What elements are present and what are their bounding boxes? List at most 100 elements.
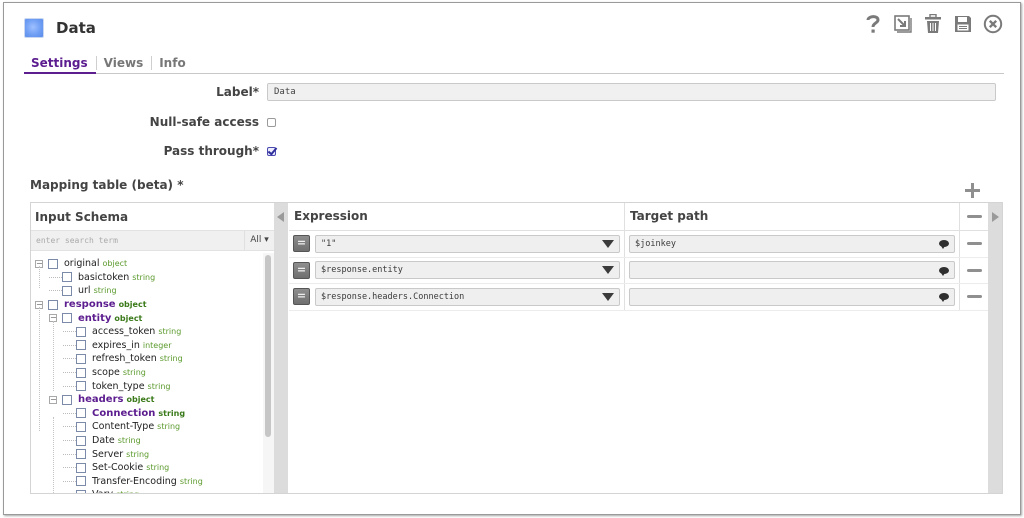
schema-tree-node[interactable]: access_token string (31, 325, 263, 339)
export-button[interactable] (892, 13, 914, 35)
schema-tree-node[interactable]: − response object (31, 298, 263, 312)
schema-tree-node[interactable]: Connection string (31, 407, 263, 421)
expression-input[interactable]: $response.headers.Connection (315, 287, 620, 306)
schema-tree-node[interactable]: Content-Type string (31, 420, 263, 434)
collapse-node-icon[interactable]: − (49, 395, 57, 404)
schema-search-input[interactable]: enter search term (31, 231, 244, 250)
node-type: string (158, 408, 186, 418)
dropdown-arrow-icon[interactable] (602, 292, 614, 301)
expression-input[interactable]: $response.entity (315, 261, 620, 280)
node-checkbox[interactable] (76, 381, 86, 392)
schema-scrollbar-thumb[interactable] (265, 255, 271, 437)
node-name: expires_in (92, 339, 140, 351)
expression-mode-toggle[interactable]: = (293, 235, 310, 253)
mapping-row: = $response.headers.Connection (289, 284, 989, 311)
schema-tree-node[interactable]: refresh_token string (31, 352, 263, 366)
trash-icon (925, 14, 941, 33)
schema-tree-node[interactable]: basictoken string (31, 271, 263, 285)
target-path-input[interactable] (629, 287, 955, 306)
speech-bubble-icon[interactable] (939, 293, 949, 303)
schema-tree-node[interactable]: expires_in integer (31, 339, 263, 353)
collapse-schema-handle[interactable] (274, 203, 288, 493)
delete-button[interactable] (922, 13, 944, 35)
mapping-table-title: Mapping table (beta) * (30, 178, 184, 192)
expression-column-header: Expression (294, 209, 368, 223)
schema-tree-node[interactable]: url string (31, 284, 263, 298)
node-checkbox[interactable] (76, 435, 86, 446)
schema-tree-node[interactable]: Server string (31, 447, 263, 461)
tab-info[interactable]: Info (152, 55, 193, 74)
node-name: Connection (92, 407, 156, 419)
node-checkbox[interactable] (62, 394, 72, 405)
remove-row-button[interactable] (967, 268, 982, 272)
schema-tree-node[interactable]: Set-Cookie string (31, 461, 263, 475)
node-checkbox[interactable] (62, 272, 72, 283)
speech-bubble-icon[interactable] (939, 240, 949, 250)
dropdown-arrow-icon[interactable] (602, 266, 614, 275)
null-safe-checkbox[interactable] (267, 117, 276, 127)
target-path-input[interactable] (629, 261, 955, 280)
node-name: response (64, 299, 116, 311)
save-icon (955, 16, 971, 32)
node-checkbox[interactable] (48, 258, 58, 269)
node-name: Content-Type (92, 421, 155, 433)
mapping-table-container: Input Schema enter search term All ▾ − or… (30, 202, 1003, 494)
node-checkbox[interactable] (76, 476, 86, 487)
node-checkbox[interactable] (76, 421, 86, 432)
tab-settings[interactable]: Settings (24, 55, 96, 74)
expression-mode-toggle[interactable]: = (293, 288, 310, 306)
node-checkbox[interactable] (76, 367, 86, 378)
tree-connector (63, 331, 76, 333)
schema-tree-node[interactable]: Date string (31, 434, 263, 448)
schema-tree-node[interactable]: − headers object (31, 393, 263, 407)
expression-input[interactable]: "1" (315, 234, 620, 253)
schema-tree-node[interactable]: scope string (31, 366, 263, 380)
pass-through-checkbox[interactable] (267, 146, 276, 156)
node-checkbox[interactable] (76, 489, 86, 493)
help-button[interactable] (862, 13, 884, 35)
input-schema-panel: Input Schema enter search term All ▾ − or… (31, 203, 274, 493)
schema-tree-node[interactable]: − entity object (31, 311, 263, 325)
node-checkbox[interactable] (76, 408, 86, 419)
close-button[interactable] (982, 13, 1004, 35)
tab-bar: Settings Views Info (24, 55, 1004, 74)
tab-views[interactable]: Views (97, 55, 152, 74)
node-checkbox[interactable] (76, 449, 86, 460)
node-type: string (157, 422, 181, 432)
expression-mode-toggle[interactable]: = (293, 261, 310, 279)
schema-tree: − original object basictoken string url string… (31, 253, 263, 493)
chevron-left-icon (277, 212, 284, 222)
node-checkbox[interactable] (62, 285, 72, 296)
target-path-input[interactable]: $joinkey (629, 234, 955, 253)
remove-row-button[interactable] (967, 242, 982, 246)
node-checkbox[interactable] (76, 462, 86, 473)
node-checkbox[interactable] (76, 340, 86, 351)
node-checkbox[interactable] (76, 326, 86, 337)
tree-connector (63, 372, 76, 374)
dropdown-arrow-icon[interactable] (602, 239, 614, 248)
speech-bubble-icon[interactable] (939, 266, 949, 276)
input-schema-header: Input Schema (31, 203, 274, 231)
label-input[interactable]: Data (267, 83, 996, 101)
schema-tree-node[interactable]: Varystring (31, 488, 263, 493)
node-name: Set-Cookie (92, 462, 144, 474)
node-name: original (64, 258, 100, 270)
node-name: Server (92, 448, 124, 460)
node-checkbox[interactable] (76, 353, 86, 364)
add-mapping-button[interactable] (964, 182, 981, 199)
schema-scrollbar[interactable] (263, 253, 274, 493)
schema-tree-node[interactable]: Transfer-Encoding string (31, 475, 263, 489)
remove-row-button[interactable] (967, 295, 982, 299)
node-name: Vary (92, 489, 113, 493)
save-button[interactable] (952, 13, 974, 35)
remove-all-button[interactable] (967, 215, 982, 218)
schema-tree-node[interactable]: token_type string (31, 379, 263, 393)
node-checkbox[interactable] (48, 299, 58, 310)
mapping-row: = "1" $joinkey (289, 231, 989, 258)
node-checkbox[interactable] (62, 313, 72, 324)
snap-type-icon (24, 18, 44, 38)
tree-guide-line (39, 307, 40, 431)
schema-filter-dropdown[interactable]: All ▾ (244, 231, 274, 250)
schema-tree-node[interactable]: − original object (31, 257, 263, 271)
expand-panel-handle[interactable] (988, 203, 1002, 493)
